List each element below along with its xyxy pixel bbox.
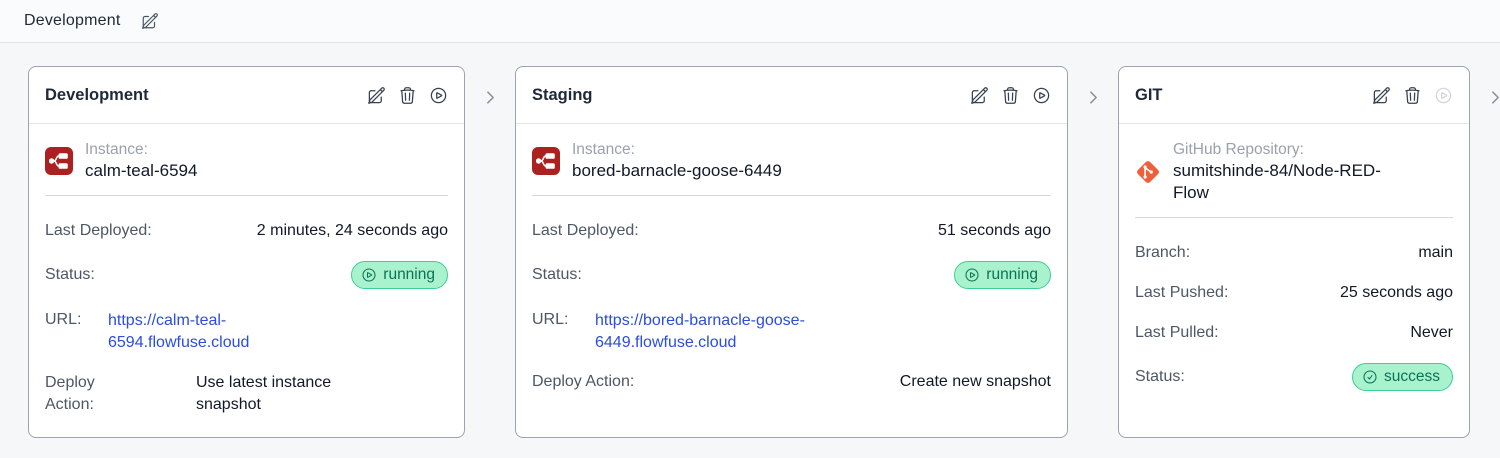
stage-title: Development — [45, 85, 149, 104]
instance-block: Instance: bored-barnacle-goose-6449 — [532, 140, 1051, 182]
edit-stage-icon[interactable] — [1372, 86, 1391, 105]
last-pulled-value: Never — [1410, 324, 1453, 341]
deploy-action-value: Use latest instance snapshot — [196, 374, 332, 413]
run-stage-icon[interactable] — [1434, 86, 1453, 105]
stage-body: Instance: calm-teal-6594 Last Deployed: … — [29, 124, 464, 437]
deploy-action-label: Deploy Action: — [532, 373, 635, 390]
status-badge: running — [954, 261, 1051, 289]
last-deployed-value: 2 minutes, 24 seconds ago — [256, 222, 448, 239]
edit-pipeline-icon[interactable] — [141, 12, 159, 30]
edit-stage-icon[interactable] — [970, 86, 989, 105]
stage-actions — [1372, 86, 1453, 105]
repository-label: GitHub Repository: — [1173, 141, 1304, 158]
last-pushed-value: 25 seconds ago — [1340, 284, 1453, 301]
delete-stage-icon[interactable] — [1001, 86, 1020, 105]
stage-connector-icon — [1068, 66, 1118, 106]
status-label: Status: — [532, 266, 582, 283]
instance-label: Instance: — [85, 141, 148, 158]
stage-header: Development — [29, 67, 464, 124]
url-row: URL: https://bored-barnacle-goose-6449.f… — [532, 310, 1051, 354]
instance-url-link[interactable]: https://bored-barnacle-goose-6449.flowfu… — [595, 310, 895, 354]
topbar: Development — [0, 0, 1500, 43]
divider — [45, 195, 448, 196]
node-red-instance-icon — [532, 147, 560, 175]
last-deployed-row: Last Deployed: 51 seconds ago — [532, 221, 1051, 241]
last-pushed-row: Last Pushed: 25 seconds ago — [1135, 283, 1453, 303]
last-pushed-label: Last Pushed: — [1135, 284, 1229, 301]
status-badge: running — [351, 261, 448, 289]
last-deployed-value: 51 seconds ago — [938, 222, 1051, 239]
branch-label: Branch: — [1135, 244, 1191, 261]
stage-title: Staging — [532, 85, 593, 104]
pipeline-stages: Development Instance: calm-teal-6594 Las… — [0, 43, 1500, 438]
divider — [532, 195, 1051, 196]
stage-body: GitHub Repository: sumitshinde-84/Node-R… — [1119, 124, 1469, 428]
url-row: URL: https://calm-teal-6594.flowfuse.clo… — [45, 310, 448, 354]
node-red-instance-icon — [45, 147, 73, 175]
delete-stage-icon[interactable] — [398, 86, 417, 105]
last-pulled-row: Last Pulled: Never — [1135, 323, 1453, 343]
status-row: Status: success — [1135, 363, 1453, 391]
stage-card-git: GIT GitHub Repository: sumitshinde-84/No… — [1118, 66, 1470, 438]
delete-stage-icon[interactable] — [1403, 86, 1422, 105]
url-label: URL: — [532, 311, 569, 328]
instance-name: calm-teal-6594 — [85, 161, 198, 180]
divider — [1135, 217, 1453, 218]
run-stage-icon[interactable] — [429, 86, 448, 105]
status-label: Status: — [1135, 368, 1185, 385]
stage-card-staging: Staging Instance: bored-barnacle-goose-6… — [515, 66, 1068, 438]
stage-actions — [970, 86, 1051, 105]
instance-block: Instance: calm-teal-6594 — [45, 140, 448, 182]
stage-card-development: Development Instance: calm-teal-6594 Las… — [28, 66, 465, 438]
repository-block: GitHub Repository: sumitshinde-84/Node-R… — [1135, 140, 1453, 204]
deploy-action-row: Deploy Action: Create new snapshot — [532, 372, 1051, 392]
stage-header: Staging — [516, 67, 1067, 124]
deploy-action-value: Create new snapshot — [899, 373, 1051, 390]
instance-label: Instance: — [572, 141, 635, 158]
stage-connector-icon — [1470, 66, 1500, 106]
stage-actions — [367, 86, 448, 105]
status-row: Status: running — [532, 261, 1051, 289]
last-pulled-label: Last Pulled: — [1135, 324, 1219, 341]
run-stage-icon[interactable] — [1032, 86, 1051, 105]
stage-body: Instance: bored-barnacle-goose-6449 Last… — [516, 124, 1067, 428]
instance-url-link[interactable]: https://calm-teal-6594.flowfuse.cloud — [108, 310, 308, 354]
deploy-action-label: Deploy Action: — [45, 374, 95, 413]
check-circle-icon — [1363, 370, 1377, 384]
repository-name: sumitshinde-84/Node-RED-Flow — [1173, 161, 1381, 202]
page-title: Development — [24, 12, 121, 29]
deploy-action-row: Deploy Action: Use latest instance snaps… — [45, 372, 448, 416]
branch-value: main — [1418, 244, 1453, 261]
git-icon — [1135, 159, 1161, 185]
status-label: Status: — [45, 266, 95, 283]
edit-stage-icon[interactable] — [367, 86, 386, 105]
url-label: URL: — [45, 311, 82, 328]
instance-name: bored-barnacle-goose-6449 — [572, 161, 782, 180]
stage-connector-icon — [465, 66, 515, 106]
play-circle-icon — [362, 268, 376, 282]
stage-header: GIT — [1119, 67, 1469, 124]
branch-row: Branch: main — [1135, 243, 1453, 263]
status-badge: success — [1352, 363, 1453, 391]
last-deployed-label: Last Deployed: — [532, 222, 639, 239]
last-deployed-row: Last Deployed: 2 minutes, 24 seconds ago — [45, 221, 448, 241]
play-circle-icon — [965, 268, 979, 282]
status-row: Status: running — [45, 261, 448, 289]
stage-title: GIT — [1135, 85, 1163, 104]
last-deployed-label: Last Deployed: — [45, 222, 152, 239]
